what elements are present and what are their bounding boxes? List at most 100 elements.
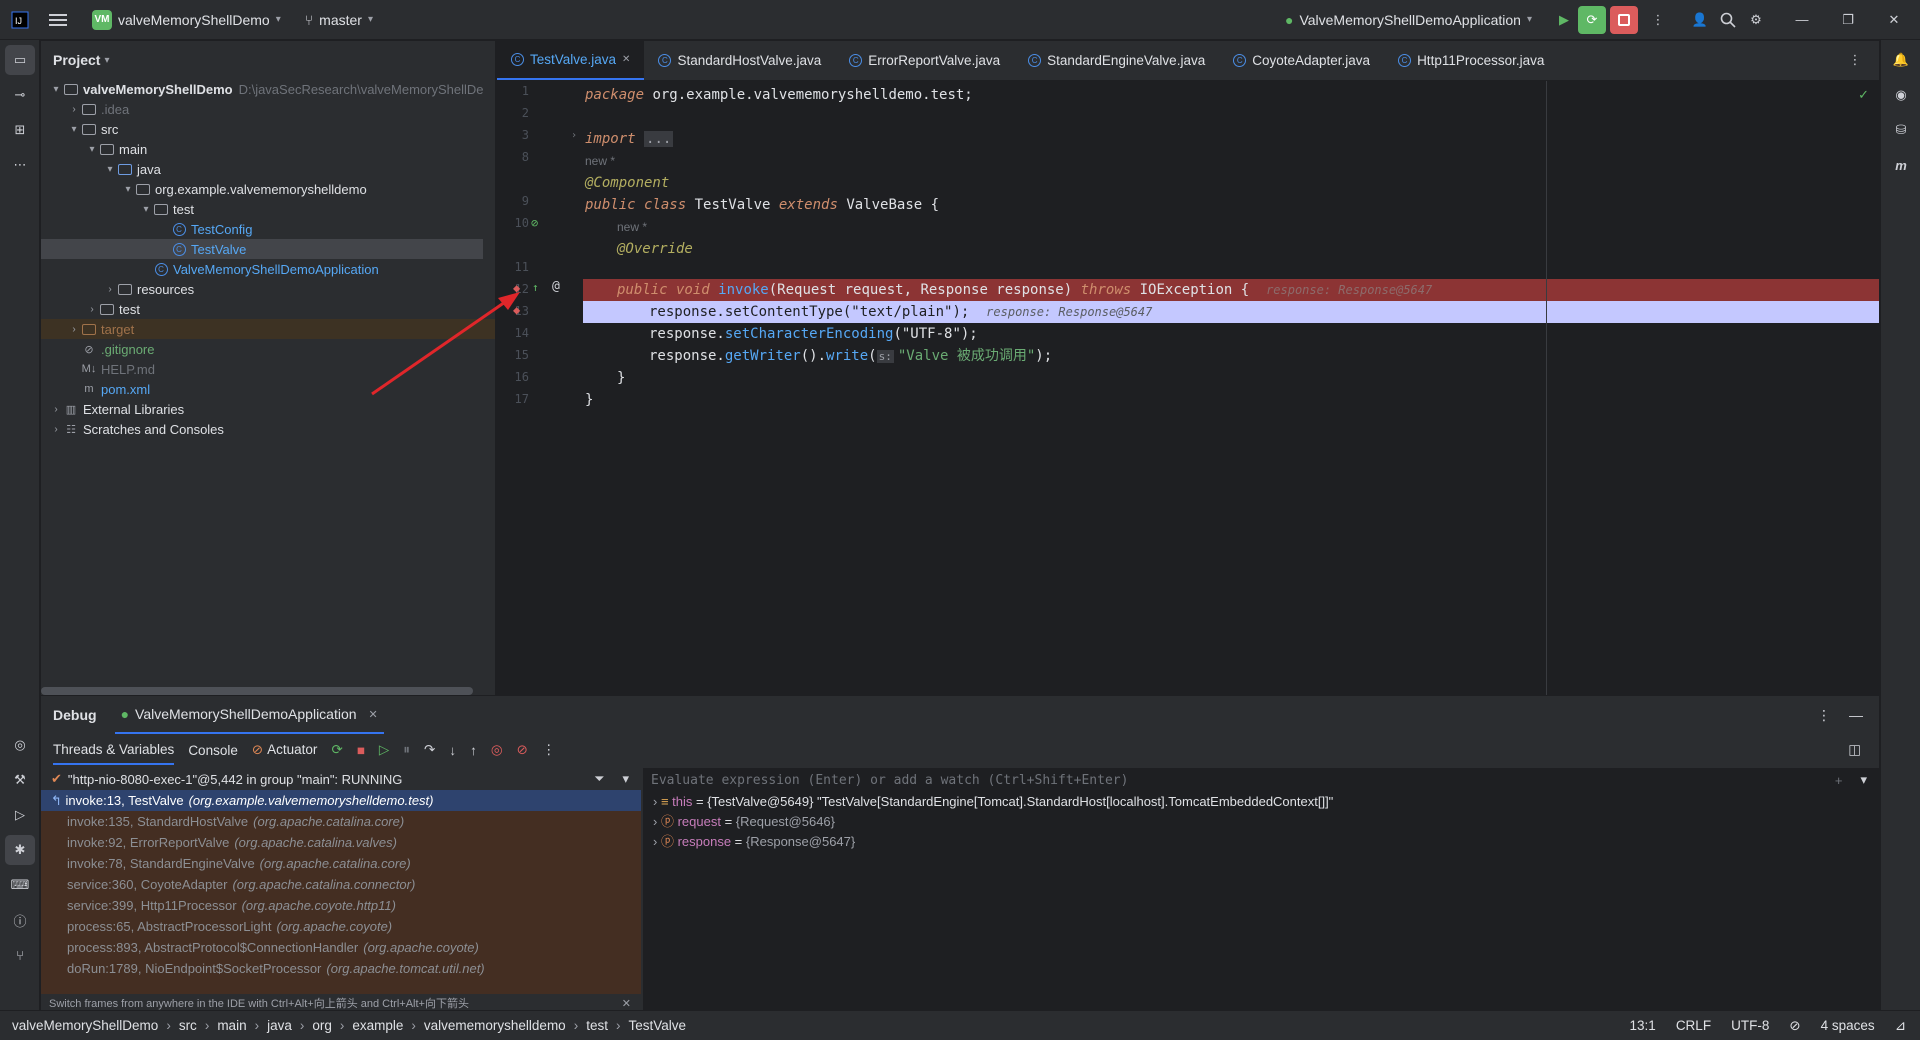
stack-frame[interactable]: service:360, CoyoteAdapter (org.apache.ca… bbox=[41, 874, 641, 895]
chevron-down-icon[interactable]: ▾ bbox=[49, 84, 63, 95]
add-watch-icon[interactable]: + bbox=[1835, 773, 1843, 788]
author-hint[interactable]: new * bbox=[617, 216, 647, 238]
breadcrumb-item[interactable]: java bbox=[267, 1018, 292, 1033]
stack-frame[interactable]: invoke:92, ErrorReportValve (org.apache.c… bbox=[41, 832, 641, 853]
chevron-right-icon[interactable]: › bbox=[49, 404, 63, 415]
chevron-down-icon[interactable]: ▾ bbox=[139, 204, 153, 215]
project-tool-icon[interactable]: ▭ bbox=[5, 45, 35, 75]
tree-item[interactable]: › resources bbox=[41, 279, 495, 299]
chevron-right-icon[interactable]: › bbox=[49, 424, 63, 435]
step-over-icon[interactable]: ↷ bbox=[424, 742, 435, 758]
more-icon[interactable]: ⋮ bbox=[542, 742, 556, 758]
fold-toggle-icon[interactable]: › bbox=[571, 130, 577, 141]
rerun-icon[interactable]: ⟳ bbox=[331, 742, 342, 758]
close-icon[interactable]: ✕ bbox=[622, 997, 631, 1010]
evaluate-expression-field[interactable]: Evaluate expression (Enter) or add a wat… bbox=[643, 768, 1879, 792]
tree-item[interactable]: › ▥ External Libraries bbox=[41, 399, 495, 419]
ai-assistant-icon[interactable]: ◉ bbox=[1886, 80, 1916, 110]
tree-item[interactable]: › test bbox=[41, 299, 495, 319]
line-separator[interactable]: CRLF bbox=[1676, 1018, 1711, 1033]
close-tab-icon[interactable]: ✕ bbox=[622, 54, 630, 65]
stack-frame[interactable]: service:399, Http11Processor (org.apache.… bbox=[41, 895, 641, 916]
step-into-icon[interactable]: ↓ bbox=[449, 743, 456, 758]
chevron-right-icon[interactable]: › bbox=[653, 834, 661, 849]
debug-rerun-icon[interactable]: ⟳ bbox=[1578, 5, 1606, 34]
services-tool-icon[interactable]: ◎ bbox=[5, 730, 35, 760]
chevron-down-icon[interactable]: ▾ bbox=[67, 124, 81, 135]
debug-tool-icon[interactable]: ✱ bbox=[5, 835, 35, 865]
restore-icon[interactable]: ❐ bbox=[1834, 6, 1862, 34]
commit-tool-icon[interactable]: ⊸ bbox=[5, 80, 35, 110]
chevron-right-icon[interactable]: › bbox=[653, 794, 661, 809]
breakpoint-icon[interactable]: ◆ bbox=[513, 303, 520, 317]
lock-icon[interactable]: ⊿ bbox=[1895, 1018, 1906, 1034]
minimize-icon[interactable]: — bbox=[1788, 6, 1816, 34]
stack-frame[interactable]: process:893, AbstractProtocol$Connection… bbox=[41, 937, 641, 958]
chevron-right-icon[interactable]: › bbox=[85, 304, 99, 315]
editor-tab[interactable]: C CoyoteAdapter.java bbox=[1219, 40, 1384, 80]
notifications-icon[interactable]: 🔔 bbox=[1886, 45, 1916, 75]
stack-frame[interactable]: invoke:135, StandardHostValve (org.apache… bbox=[41, 811, 641, 832]
stop-icon[interactable]: ■ bbox=[357, 743, 365, 758]
tab-actions-icon[interactable]: ⋮ bbox=[1841, 46, 1869, 74]
breadcrumb-item[interactable]: TestValve bbox=[628, 1018, 686, 1033]
session-tab[interactable]: ● ValveMemoryShellDemoApplication ✕ bbox=[114, 696, 384, 734]
settings-gear-icon[interactable]: ⚙ bbox=[1742, 6, 1770, 34]
breakpoint-icon[interactable]: ◆ bbox=[513, 281, 520, 295]
tree-item[interactable]: M↓ HELP.md bbox=[41, 359, 495, 379]
stack-frame[interactable]: invoke:78, StandardEngineValve (org.apach… bbox=[41, 853, 641, 874]
resume-icon[interactable]: ▷ bbox=[379, 742, 389, 758]
tree-item[interactable]: ▾ java bbox=[41, 159, 495, 179]
tree-item[interactable]: ⊘ .gitignore bbox=[41, 339, 495, 359]
tree-item[interactable]: ▾ org.example.valvememoryshelldemo bbox=[41, 179, 495, 199]
thread-selector[interactable]: ✔ "http-nio-8080-exec-1"@5,442 in group … bbox=[41, 768, 641, 790]
tree-item[interactable]: › .idea bbox=[41, 99, 495, 119]
variable-row[interactable]: › ⓟ response = {Response@5647} bbox=[643, 832, 1879, 852]
editor-tab[interactable]: C StandardEngineValve.java bbox=[1014, 40, 1219, 80]
app-logo-icon[interactable]: IJ bbox=[6, 6, 34, 34]
horizontal-scrollbar[interactable] bbox=[41, 687, 473, 695]
breadcrumb-item[interactable]: main bbox=[217, 1018, 246, 1033]
breadcrumb-item[interactable]: org bbox=[312, 1018, 332, 1033]
tree-item[interactable]: ▾ main bbox=[41, 139, 495, 159]
indent-setting[interactable]: 4 spaces bbox=[1821, 1018, 1875, 1033]
add-user-icon[interactable]: 👤 bbox=[1686, 6, 1714, 34]
code-editor[interactable]: ✓ 1 2 3 8 9 10 11 12 13 14 15 16 17 ⊘ ◆ … bbox=[497, 81, 1879, 695]
breadcrumb-item[interactable]: src bbox=[179, 1018, 197, 1033]
main-menu-icon[interactable] bbox=[44, 6, 72, 34]
spring-bean-gutter-icon[interactable]: ⊘ bbox=[531, 216, 538, 230]
variable-row[interactable]: › ≡ this = {TestValve@5649} "TestValve[S… bbox=[643, 792, 1879, 812]
chevron-right-icon[interactable]: › bbox=[653, 814, 661, 829]
tree-item[interactable]: › ☷ Scratches and Consoles bbox=[41, 419, 495, 439]
project-switcher[interactable]: VM valveMemoryShellDemo ▾ bbox=[84, 5, 289, 35]
hide-panel-icon[interactable]: — bbox=[1849, 707, 1863, 723]
chevron-right-icon[interactable]: › bbox=[67, 324, 81, 335]
editor-tab[interactable]: C TestValve.java ✕ bbox=[497, 40, 645, 80]
problems-tool-icon[interactable]: ⓘ bbox=[5, 905, 35, 935]
tree-item[interactable]: ▾ src bbox=[41, 119, 495, 139]
author-hint[interactable]: new * bbox=[585, 150, 615, 172]
run-config-selector[interactable]: ● ValveMemoryShellDemoApplication ▾ bbox=[1277, 5, 1540, 35]
search-icon[interactable] bbox=[1714, 6, 1742, 34]
breadcrumb-item[interactable]: valvememoryshelldemo bbox=[424, 1018, 566, 1033]
chevron-down-icon[interactable]: ▾ bbox=[103, 164, 117, 175]
vcs-branch-switcher[interactable]: ⑂ master ▾ bbox=[297, 5, 381, 35]
stack-frame[interactable]: doRun:1789, NioEndpoint$SocketProcessor(… bbox=[41, 958, 641, 979]
breadcrumb-item[interactable]: example bbox=[352, 1018, 403, 1033]
caret-position[interactable]: 13:1 bbox=[1630, 1018, 1656, 1033]
close-window-icon[interactable]: ✕ bbox=[1880, 6, 1908, 34]
chevron-right-icon[interactable]: › bbox=[67, 104, 81, 115]
run-tool-icon[interactable]: ▷ bbox=[5, 800, 35, 830]
tree-item[interactable]: C ValveMemoryShellDemoApplication bbox=[41, 259, 495, 279]
stack-frame[interactable]: ↰ invoke:13, TestValve (org.example.valve… bbox=[41, 790, 641, 811]
readonly-toggle-icon[interactable]: ⊘ bbox=[1789, 1018, 1800, 1034]
tree-item[interactable]: › target bbox=[41, 319, 495, 339]
git-tool-icon[interactable]: ⑂ bbox=[5, 940, 35, 970]
breadcrumb-item[interactable]: test bbox=[586, 1018, 608, 1033]
editor-tab[interactable]: C ErrorReportValve.java bbox=[835, 40, 1014, 80]
build-tool-icon[interactable]: ⚒ bbox=[5, 765, 35, 795]
project-panel-header[interactable]: Project ▾ bbox=[41, 41, 495, 79]
tree-item[interactable]: ▾ valveMemoryShellDemo D:\javaSecResearch\… bbox=[41, 79, 495, 99]
resume-icon[interactable]: ▶ bbox=[1550, 6, 1578, 34]
editor-gutter[interactable]: 1 2 3 8 9 10 11 12 13 14 15 16 17 ⊘ ◆ ↑ … bbox=[497, 81, 582, 695]
